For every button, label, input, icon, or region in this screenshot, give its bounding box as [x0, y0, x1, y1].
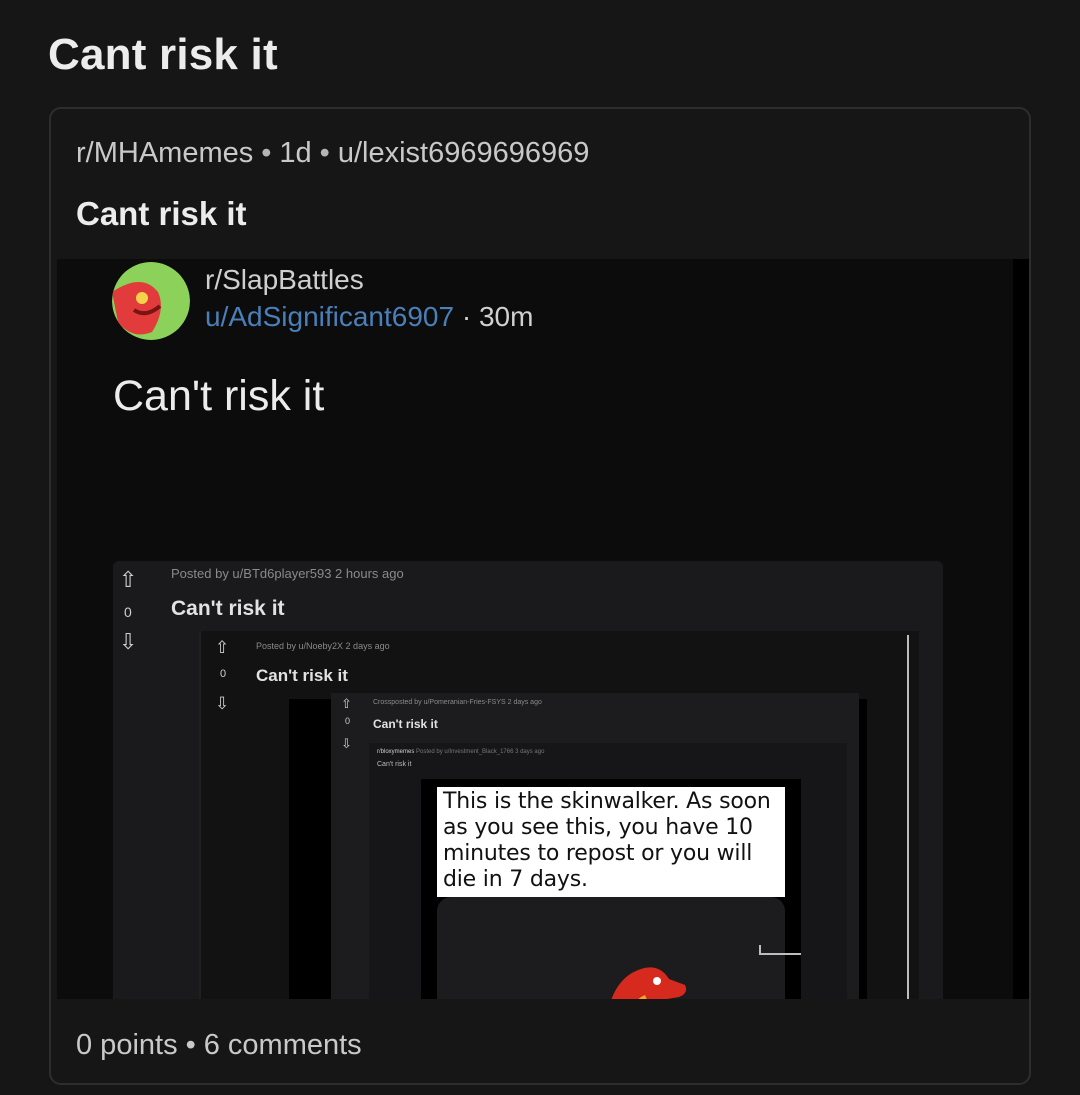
upvote-icon: ⇧: [215, 638, 230, 657]
screenshot-title: Can't risk it: [113, 372, 325, 420]
skinwalker-image: This is the skinwalker. As soon as you s…: [421, 779, 801, 999]
image-edge-bar: [1013, 259, 1029, 999]
downvote-icon: ⇩: [215, 694, 230, 713]
nested2-meta: Posted by u/Noeby2X 2 days ago: [256, 641, 390, 651]
post-stats: 0 points • 6 comments: [76, 1029, 362, 1061]
crosspost-card[interactable]: r/MHAmemes • 1d • u/lexist6969696969 Cant ri…: [49, 107, 1031, 1085]
black-bar: [859, 699, 867, 999]
nested3-meta: Crossposted by u/Pomeranian-Fries-FSYS 2…: [373, 699, 542, 706]
nested4-meta: Posted by u/Investment_Black_1766 3 days…: [416, 749, 545, 755]
nested4-title: Can't risk it: [377, 761, 412, 768]
image-border-line: [759, 945, 761, 955]
nested2-title: Can't risk it: [256, 666, 348, 685]
downvote-icon: ⇩: [341, 736, 352, 751]
phone-screenshot: [437, 897, 801, 999]
nested-post-3: ⇧ 0 ⇩ Crossposted by u/Pomeranian-Fries-…: [331, 693, 859, 999]
image-border-line: [759, 953, 801, 955]
vote-count-2: 0: [220, 668, 227, 680]
screenshot-user-line: u/AdSignificant6907 · 30m: [205, 301, 534, 332]
skinwalker-note: This is the skinwalker. As soon as you s…: [437, 787, 785, 897]
nested-post-1: ⇧ 0 ⇩ Posted by u/BTd6player593 2 hours …: [113, 561, 943, 999]
dragon-icon: [611, 967, 687, 999]
subreddit-avatar: [112, 262, 190, 340]
crosspost-meta: r/MHAmemes • 1d • u/lexist6969696969: [76, 137, 590, 169]
crosspost-title[interactable]: Cant risk it: [76, 195, 247, 233]
upvote-icon: ⇧: [341, 696, 352, 711]
screenshot-time: 30m: [478, 301, 534, 332]
post-image[interactable]: r/SlapBattles u/AdSignificant6907 · 30m …: [57, 259, 1029, 999]
subreddit-link[interactable]: r/MHAmemes: [76, 137, 253, 169]
comments-link[interactable]: 6 comments: [204, 1029, 362, 1061]
black-bar: [289, 699, 331, 999]
points-count: 0 points: [76, 1029, 178, 1061]
post-age: 1d: [279, 137, 312, 169]
nested-post-2: ⇧ 0 ⇩ Posted by u/Noeby2X 2 days ago Can…: [199, 631, 919, 999]
screenshot-user: u/AdSignificant6907: [205, 301, 455, 332]
nested-post-4: r/bloxymemes Posted by u/Investment_Blac…: [369, 743, 847, 999]
downvote-icon: ⇩: [119, 629, 138, 654]
author-link[interactable]: u/lexist6969696969: [338, 137, 590, 169]
upvote-icon: ⇧: [119, 567, 138, 592]
page-title: Cant risk it: [48, 30, 278, 79]
vote-count-1: 0: [124, 604, 132, 620]
nested4-sub: r/bloxymemes: [377, 749, 415, 755]
nested3-title: Can't risk it: [373, 717, 438, 731]
screenshot-subreddit: r/SlapBattles: [205, 264, 364, 295]
vote-count-3: 0: [345, 716, 351, 726]
nested1-meta: Posted by u/BTd6player593 2 hours ago: [171, 566, 404, 581]
image-border-line: [907, 635, 909, 999]
nested1-title: Can't risk it: [171, 597, 285, 620]
